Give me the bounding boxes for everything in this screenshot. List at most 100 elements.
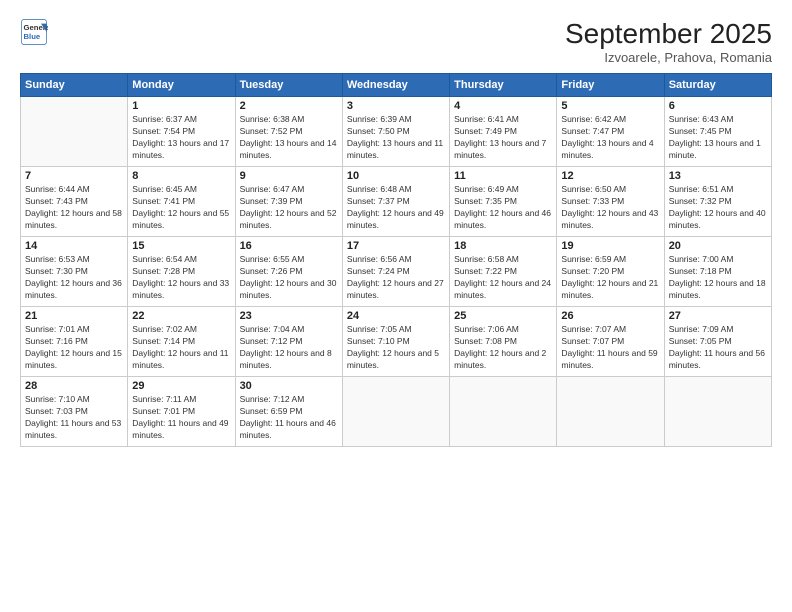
calendar-cell: 10 Sunrise: 6:48 AMSunset: 7:37 PMDaylig…: [342, 167, 449, 237]
calendar-week-row: 1 Sunrise: 6:37 AMSunset: 7:54 PMDayligh…: [21, 97, 772, 167]
calendar-cell: 28 Sunrise: 7:10 AMSunset: 7:03 PMDaylig…: [21, 377, 128, 447]
calendar-cell: [450, 377, 557, 447]
calendar-cell: [342, 377, 449, 447]
day-info: Sunrise: 6:50 AMSunset: 7:33 PMDaylight:…: [561, 184, 659, 232]
day-info: Sunrise: 6:47 AMSunset: 7:39 PMDaylight:…: [240, 184, 338, 232]
day-info: Sunrise: 7:02 AMSunset: 7:14 PMDaylight:…: [132, 324, 230, 372]
day-info: Sunrise: 6:39 AMSunset: 7:50 PMDaylight:…: [347, 114, 445, 162]
calendar-cell: 26 Sunrise: 7:07 AMSunset: 7:07 PMDaylig…: [557, 307, 664, 377]
calendar-cell: 29 Sunrise: 7:11 AMSunset: 7:01 PMDaylig…: [128, 377, 235, 447]
calendar-table: SundayMondayTuesdayWednesdayThursdayFrid…: [20, 73, 772, 447]
day-number: 25: [454, 310, 552, 322]
day-info: Sunrise: 6:53 AMSunset: 7:30 PMDaylight:…: [25, 254, 123, 302]
calendar-cell: 6 Sunrise: 6:43 AMSunset: 7:45 PMDayligh…: [664, 97, 771, 167]
day-info: Sunrise: 7:10 AMSunset: 7:03 PMDaylight:…: [25, 394, 123, 442]
day-info: Sunrise: 6:49 AMSunset: 7:35 PMDaylight:…: [454, 184, 552, 232]
day-number: 30: [240, 380, 338, 392]
calendar-week-row: 14 Sunrise: 6:53 AMSunset: 7:30 PMDaylig…: [21, 237, 772, 307]
calendar-cell: 27 Sunrise: 7:09 AMSunset: 7:05 PMDaylig…: [664, 307, 771, 377]
day-number: 11: [454, 170, 552, 182]
calendar-cell: [21, 97, 128, 167]
day-number: 7: [25, 170, 123, 182]
day-info: Sunrise: 6:59 AMSunset: 7:20 PMDaylight:…: [561, 254, 659, 302]
calendar-cell: 7 Sunrise: 6:44 AMSunset: 7:43 PMDayligh…: [21, 167, 128, 237]
day-number: 21: [25, 310, 123, 322]
day-number: 17: [347, 240, 445, 252]
weekday-header: Thursday: [450, 74, 557, 97]
weekday-header: Friday: [557, 74, 664, 97]
calendar-cell: 14 Sunrise: 6:53 AMSunset: 7:30 PMDaylig…: [21, 237, 128, 307]
weekday-header: Tuesday: [235, 74, 342, 97]
day-number: 3: [347, 100, 445, 112]
day-info: Sunrise: 6:42 AMSunset: 7:47 PMDaylight:…: [561, 114, 659, 162]
day-info: Sunrise: 7:04 AMSunset: 7:12 PMDaylight:…: [240, 324, 338, 372]
day-number: 2: [240, 100, 338, 112]
calendar-cell: 2 Sunrise: 6:38 AMSunset: 7:52 PMDayligh…: [235, 97, 342, 167]
calendar-cell: 19 Sunrise: 6:59 AMSunset: 7:20 PMDaylig…: [557, 237, 664, 307]
calendar-cell: 24 Sunrise: 7:05 AMSunset: 7:10 PMDaylig…: [342, 307, 449, 377]
day-number: 26: [561, 310, 659, 322]
logo: General Blue: [20, 18, 48, 46]
calendar-cell: 16 Sunrise: 6:55 AMSunset: 7:26 PMDaylig…: [235, 237, 342, 307]
day-number: 22: [132, 310, 230, 322]
weekday-header: Wednesday: [342, 74, 449, 97]
day-number: 27: [669, 310, 767, 322]
day-info: Sunrise: 6:51 AMSunset: 7:32 PMDaylight:…: [669, 184, 767, 232]
calendar-cell: 23 Sunrise: 7:04 AMSunset: 7:12 PMDaylig…: [235, 307, 342, 377]
logo-icon: General Blue: [20, 18, 48, 46]
day-info: Sunrise: 7:00 AMSunset: 7:18 PMDaylight:…: [669, 254, 767, 302]
calendar-cell: 13 Sunrise: 6:51 AMSunset: 7:32 PMDaylig…: [664, 167, 771, 237]
calendar-cell: 20 Sunrise: 7:00 AMSunset: 7:18 PMDaylig…: [664, 237, 771, 307]
calendar-cell: 18 Sunrise: 6:58 AMSunset: 7:22 PMDaylig…: [450, 237, 557, 307]
day-number: 23: [240, 310, 338, 322]
day-number: 16: [240, 240, 338, 252]
day-info: Sunrise: 7:05 AMSunset: 7:10 PMDaylight:…: [347, 324, 445, 372]
weekday-header: Saturday: [664, 74, 771, 97]
day-info: Sunrise: 6:54 AMSunset: 7:28 PMDaylight:…: [132, 254, 230, 302]
calendar-cell: [664, 377, 771, 447]
day-number: 12: [561, 170, 659, 182]
calendar-cell: 21 Sunrise: 7:01 AMSunset: 7:16 PMDaylig…: [21, 307, 128, 377]
day-info: Sunrise: 7:12 AMSunset: 6:59 PMDaylight:…: [240, 394, 338, 442]
day-info: Sunrise: 7:11 AMSunset: 7:01 PMDaylight:…: [132, 394, 230, 442]
day-info: Sunrise: 6:58 AMSunset: 7:22 PMDaylight:…: [454, 254, 552, 302]
day-number: 8: [132, 170, 230, 182]
calendar-cell: 30 Sunrise: 7:12 AMSunset: 6:59 PMDaylig…: [235, 377, 342, 447]
calendar-cell: 22 Sunrise: 7:02 AMSunset: 7:14 PMDaylig…: [128, 307, 235, 377]
day-info: Sunrise: 6:44 AMSunset: 7:43 PMDaylight:…: [25, 184, 123, 232]
day-info: Sunrise: 7:07 AMSunset: 7:07 PMDaylight:…: [561, 324, 659, 372]
day-info: Sunrise: 6:56 AMSunset: 7:24 PMDaylight:…: [347, 254, 445, 302]
day-info: Sunrise: 7:06 AMSunset: 7:08 PMDaylight:…: [454, 324, 552, 372]
calendar-cell: 8 Sunrise: 6:45 AMSunset: 7:41 PMDayligh…: [128, 167, 235, 237]
calendar-week-row: 21 Sunrise: 7:01 AMSunset: 7:16 PMDaylig…: [21, 307, 772, 377]
weekday-header: Monday: [128, 74, 235, 97]
day-number: 18: [454, 240, 552, 252]
day-number: 14: [25, 240, 123, 252]
weekday-header: Sunday: [21, 74, 128, 97]
calendar-week-row: 28 Sunrise: 7:10 AMSunset: 7:03 PMDaylig…: [21, 377, 772, 447]
calendar-cell: 11 Sunrise: 6:49 AMSunset: 7:35 PMDaylig…: [450, 167, 557, 237]
day-number: 13: [669, 170, 767, 182]
day-number: 10: [347, 170, 445, 182]
day-info: Sunrise: 6:48 AMSunset: 7:37 PMDaylight:…: [347, 184, 445, 232]
calendar-cell: 25 Sunrise: 7:06 AMSunset: 7:08 PMDaylig…: [450, 307, 557, 377]
weekday-header-row: SundayMondayTuesdayWednesdayThursdayFrid…: [21, 74, 772, 97]
day-info: Sunrise: 7:01 AMSunset: 7:16 PMDaylight:…: [25, 324, 123, 372]
day-number: 19: [561, 240, 659, 252]
day-number: 6: [669, 100, 767, 112]
day-info: Sunrise: 6:41 AMSunset: 7:49 PMDaylight:…: [454, 114, 552, 162]
day-number: 5: [561, 100, 659, 112]
calendar-cell: 9 Sunrise: 6:47 AMSunset: 7:39 PMDayligh…: [235, 167, 342, 237]
svg-text:Blue: Blue: [24, 32, 41, 41]
calendar-cell: [557, 377, 664, 447]
header: General Blue September 2025 Izvoarele, P…: [20, 18, 772, 65]
month-title: September 2025: [565, 18, 772, 50]
day-info: Sunrise: 6:43 AMSunset: 7:45 PMDaylight:…: [669, 114, 767, 162]
title-block: September 2025 Izvoarele, Prahova, Roman…: [565, 18, 772, 65]
day-number: 28: [25, 380, 123, 392]
calendar-cell: 17 Sunrise: 6:56 AMSunset: 7:24 PMDaylig…: [342, 237, 449, 307]
day-number: 20: [669, 240, 767, 252]
day-number: 9: [240, 170, 338, 182]
day-info: Sunrise: 6:38 AMSunset: 7:52 PMDaylight:…: [240, 114, 338, 162]
day-number: 29: [132, 380, 230, 392]
